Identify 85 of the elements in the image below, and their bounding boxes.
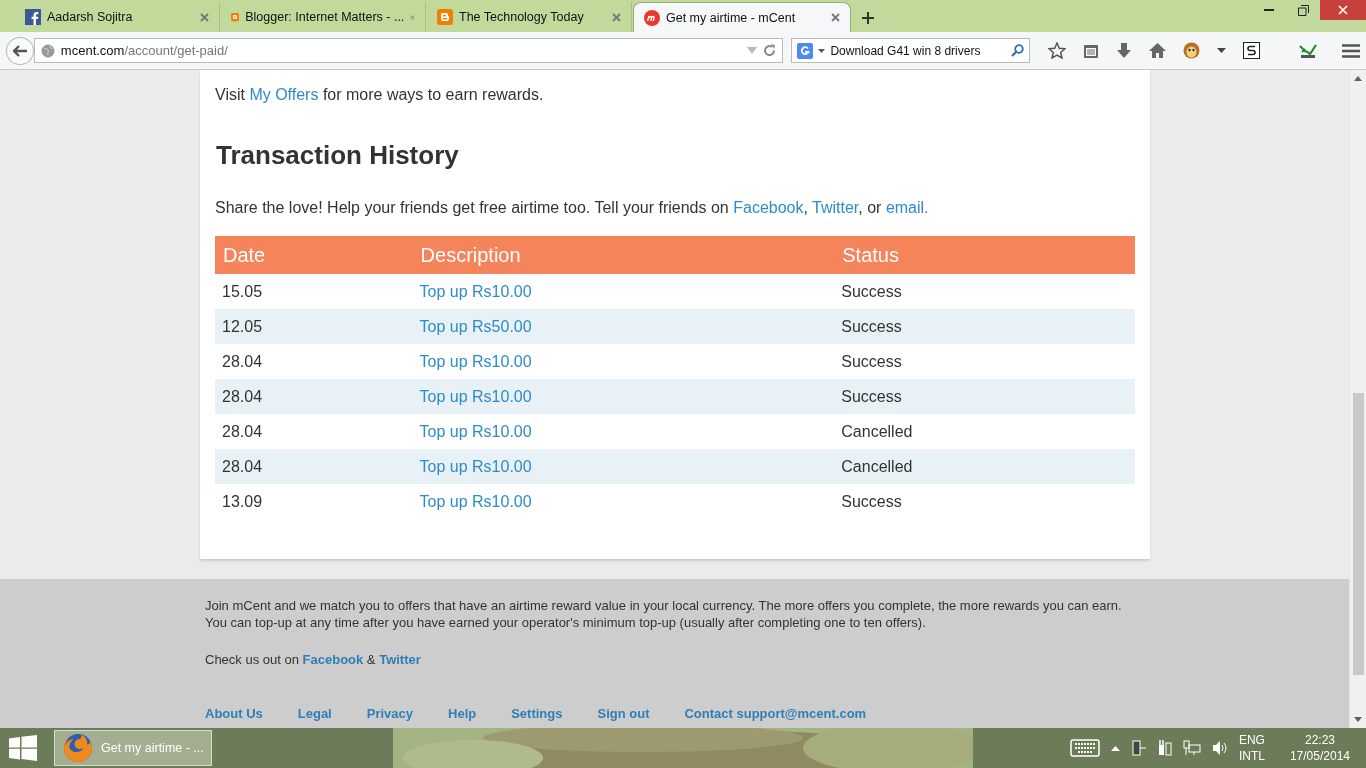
google-icon (797, 42, 814, 59)
footer-link[interactable]: Sign out (597, 706, 650, 721)
clipboard-icon[interactable] (1083, 42, 1099, 59)
about-text: Join mCent and we match you to offers that have an airtime reward value in your local currency. The more offers you complete, the more rewards you can earn. You can top-up at any time after you have earned your operator's minimum top-up (usually after completing one to ten offers). (205, 597, 1123, 631)
battery-icon[interactable] (1157, 740, 1172, 756)
checkmark-icon[interactable] (1299, 42, 1317, 59)
phone-icon[interactable] (1130, 740, 1147, 756)
date-cell: 13.09 (215, 484, 413, 519)
monkey-face-icon[interactable] (1183, 42, 1200, 59)
transaction-link[interactable]: Top up Rs10.00 (419, 422, 532, 440)
windows-logo-icon[interactable] (9, 735, 37, 761)
up-arrow-icon[interactable] (1110, 745, 1120, 751)
footer-link[interactable]: Legal (297, 706, 332, 721)
status-cell: Success (834, 309, 1135, 344)
facebook-icon (25, 9, 41, 25)
social-link[interactable]: Twitter (379, 652, 421, 667)
home-icon[interactable] (1149, 43, 1166, 58)
footer-link[interactable]: Privacy (366, 706, 413, 721)
date-cell: 12.05 (215, 309, 413, 344)
date-cell: 28.04 (215, 449, 413, 484)
date-cell: 28.04 (215, 379, 413, 414)
share-link[interactable]: Facebook (733, 199, 804, 216)
transaction-link[interactable]: Top up Rs10.00 (419, 352, 532, 370)
intro-text: Visit My Offers for more ways to earn rewards. (215, 86, 545, 104)
share-link[interactable]: Twitter (812, 199, 859, 216)
column-header: Date (215, 236, 413, 274)
back-button[interactable] (6, 36, 34, 65)
share-text: Share the love! Help your friends get free airtime too. Tell your friends on Facebook, Twitter, or email. (215, 199, 930, 217)
status-cell: Cancelled (834, 449, 1135, 484)
globe-icon (40, 43, 55, 58)
blogger-icon (437, 9, 453, 25)
clock[interactable]: 22:23 17/05/2014 (1289, 732, 1350, 764)
transaction-link[interactable]: Top up Rs10.00 (419, 457, 532, 475)
close-icon[interactable] (612, 12, 621, 22)
minimize-icon[interactable] (1264, 8, 1274, 12)
dropdown-icon[interactable] (818, 48, 826, 53)
footer-link[interactable]: Contact support@mcent.com (684, 706, 867, 721)
restore-icon[interactable] (1297, 4, 1309, 16)
keyboard-icon[interactable] (1069, 739, 1100, 757)
close-window-icon[interactable] (1338, 5, 1348, 15)
reload-icon[interactable] (763, 44, 777, 57)
s-square-icon[interactable] (1243, 42, 1260, 59)
date-cell: 15.05 (215, 274, 413, 309)
date-cell: 28.04 (215, 344, 413, 379)
footer-link[interactable]: Help (448, 706, 477, 721)
offers-link[interactable]: My Offers (249, 86, 319, 103)
transaction-link[interactable]: Top up Rs10.00 (419, 387, 532, 405)
new-tab-icon[interactable] (862, 12, 874, 24)
column-header: Status (834, 236, 1135, 274)
transaction-link[interactable]: Top up Rs50.00 (419, 317, 532, 335)
back-arrow-icon (12, 44, 27, 57)
scrollbar[interactable] (1349, 70, 1366, 728)
address-bar[interactable]: mcent.com/account/get-paid/ (33, 38, 784, 63)
search-field[interactable]: Download G41 win 8 drivers (791, 38, 1030, 63)
footer-link[interactable]: About Us (205, 706, 263, 721)
footer-link[interactable]: Settings (511, 706, 563, 721)
status-cell: Cancelled (834, 414, 1135, 449)
browser-tab[interactable]: Get my airtime - mCent (633, 2, 851, 32)
dropdown-icon[interactable] (1217, 48, 1226, 53)
status-cell: Success (834, 344, 1135, 379)
download-icon[interactable] (1116, 42, 1132, 59)
column-header: Description (412, 236, 835, 274)
follow-text: Check us out on Facebook & Twitter (205, 651, 422, 668)
network-icon[interactable] (1182, 740, 1201, 756)
close-icon[interactable] (831, 13, 840, 22)
firefox-icon (63, 733, 93, 763)
mcent-logo-icon (644, 9, 660, 26)
menu-icon[interactable] (1342, 43, 1360, 58)
status-cell: Success (834, 484, 1135, 519)
section-heading: Transaction History (216, 140, 460, 171)
status-cell: Success (834, 274, 1135, 309)
star-icon[interactable] (1048, 42, 1066, 59)
share-link[interactable]: email. (885, 199, 929, 216)
taskbar-app-button[interactable]: Get my airtime - ... (54, 730, 212, 766)
speaker-icon[interactable] (1211, 740, 1228, 756)
transaction-link[interactable]: Top up Rs10.00 (419, 282, 532, 300)
close-icon[interactable] (200, 12, 209, 22)
search-icon[interactable] (1011, 44, 1024, 57)
transaction-link[interactable]: Top up Rs10.00 (419, 492, 532, 510)
language-indicator[interactable]: ENG INTL (1238, 732, 1265, 764)
status-cell: Success (834, 379, 1135, 414)
scroll-down-icon[interactable] (1354, 717, 1362, 722)
scroll-up-icon[interactable] (1354, 76, 1362, 81)
social-link[interactable]: Facebook (302, 652, 364, 667)
date-cell: 28.04 (215, 414, 413, 449)
